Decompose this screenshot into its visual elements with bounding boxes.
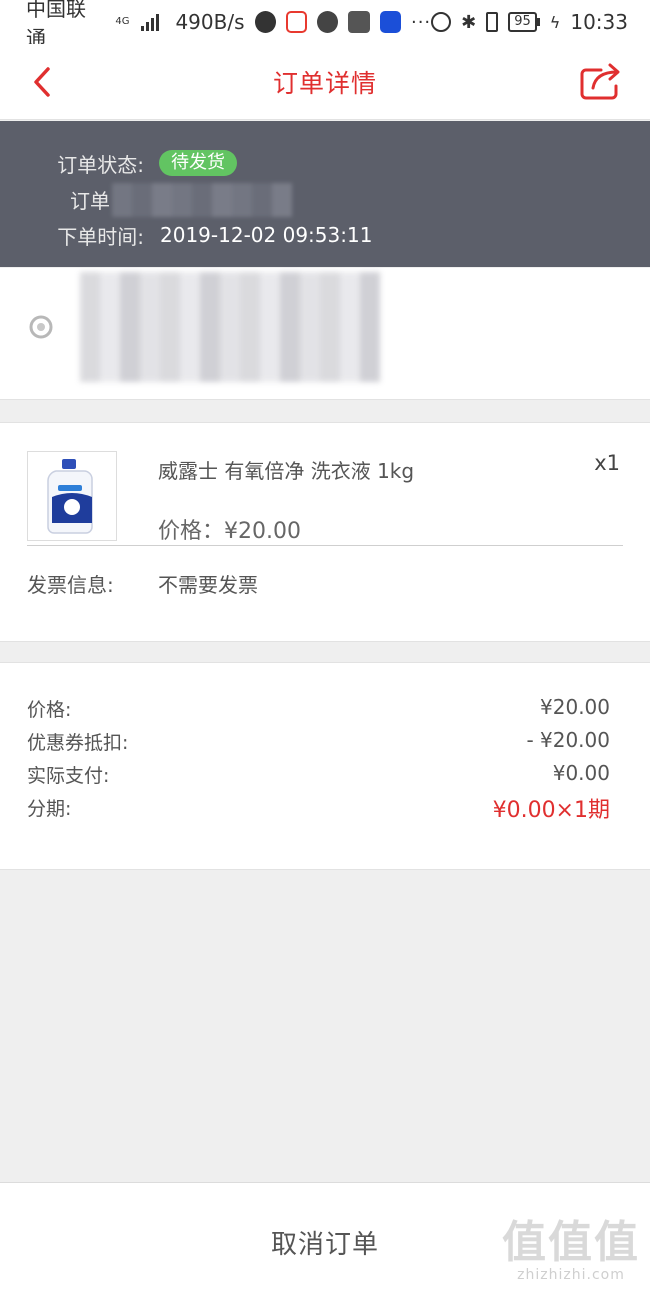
invoice-value: 不需要发票 — [158, 573, 258, 597]
paid-label: 实际支付: — [27, 765, 110, 787]
battery-icon: 95 — [508, 12, 540, 32]
price-value: ¥20.00 — [540, 695, 610, 719]
summary-row-installment: 分期: ¥0.00×1期 — [0, 790, 650, 823]
order-status-panel: 订单状态: 待发货 订单 下单时间: 2019-12-02 09:53:11 — [0, 121, 650, 267]
chevron-left-icon — [34, 67, 50, 97]
order-time-row: 下单时间: 2019-12-02 09:53:11 — [0, 217, 650, 253]
price-label: 价格: — [27, 699, 72, 721]
message-app-icon — [254, 11, 276, 33]
signal-icon — [141, 13, 160, 31]
product-card: 威露士 有氧倍净 洗衣液 1kg x1 价格：¥20.00 发票信息: 不需要发… — [0, 422, 650, 642]
network-speed: 490B/s — [175, 10, 245, 34]
product-price: 价格：¥20.00 — [158, 519, 301, 544]
alarm-icon — [431, 12, 452, 32]
status-bar: 中国联通 4G 490B/s ··· ✱ 95 ϟ 10:33 — [0, 0, 650, 50]
order-time-value: 2019-12-02 09:53:11 — [160, 223, 373, 247]
wechat-icon — [317, 11, 339, 33]
summary-row-paid: 实际支付: ¥0.00 — [0, 757, 650, 790]
price-summary: 价格: ¥20.00 优惠券抵扣: - ¥20.00 实际支付: ¥0.00 分… — [0, 662, 650, 870]
location-icon — [29, 315, 53, 339]
product-image[interactable] — [27, 451, 117, 541]
page-title: 订单详情 — [272, 68, 377, 98]
watermark-text: zhizhizhi.com — [517, 1267, 625, 1283]
back-button[interactable] — [22, 62, 62, 102]
watermark-logo: 值值值 — [502, 1217, 640, 1268]
order-number-label: 订单 — [70, 188, 110, 213]
status-badge: 待发货 — [159, 150, 237, 176]
share-button[interactable] — [578, 60, 624, 104]
summary-row-coupon: 优惠券抵扣: - ¥20.00 — [0, 724, 650, 757]
installment-value: ¥0.00×1期 — [492, 798, 610, 823]
bluetooth-icon: ✱ — [461, 11, 477, 33]
status-right: ✱ 95 ϟ 10:33 — [431, 10, 628, 34]
car-app-icon — [379, 11, 401, 33]
cancel-order-button[interactable]: 取消订单 — [225, 1219, 425, 1265]
shopping-app-icon — [285, 11, 308, 33]
charging-icon: ϟ — [549, 12, 561, 32]
order-number-row: 订单 — [0, 181, 650, 217]
app-notification-icon — [348, 11, 370, 33]
order-number-redacted — [112, 183, 292, 217]
coupon-label: 优惠券抵扣: — [27, 732, 129, 754]
network-type: 4G — [115, 16, 130, 27]
more-notifications: ··· — [410, 11, 432, 33]
address-redacted — [80, 272, 380, 382]
installment-label: 分期: — [27, 798, 72, 820]
nav-bar: 订单详情 — [0, 44, 650, 120]
summary-row-price: 价格: ¥20.00 — [0, 691, 650, 724]
clock-time: 10:33 — [570, 10, 628, 34]
bottom-bar: 取消订单 值值值 zhizhizhi.com — [0, 1182, 650, 1300]
invoice-label: 发票信息: — [27, 573, 114, 597]
battery-level: 95 — [508, 12, 537, 32]
order-time-label: 下单时间: — [57, 224, 144, 249]
order-status-row: 订单状态: 待发货 — [0, 145, 650, 181]
watermark: 值值值 zhizhizhi.com — [502, 1217, 640, 1284]
share-icon — [580, 63, 620, 100]
coupon-value: - ¥20.00 — [526, 728, 610, 752]
divider — [27, 545, 623, 546]
order-status-label: 订单状态: — [57, 152, 144, 177]
product-quantity: x1 — [594, 451, 620, 475]
product-name[interactable]: 威露士 有氧倍净 洗衣液 1kg — [158, 455, 414, 484]
detergent-bottle-icon — [47, 459, 93, 534]
vibrate-icon — [486, 12, 499, 32]
paid-value: ¥0.00 — [552, 761, 610, 785]
